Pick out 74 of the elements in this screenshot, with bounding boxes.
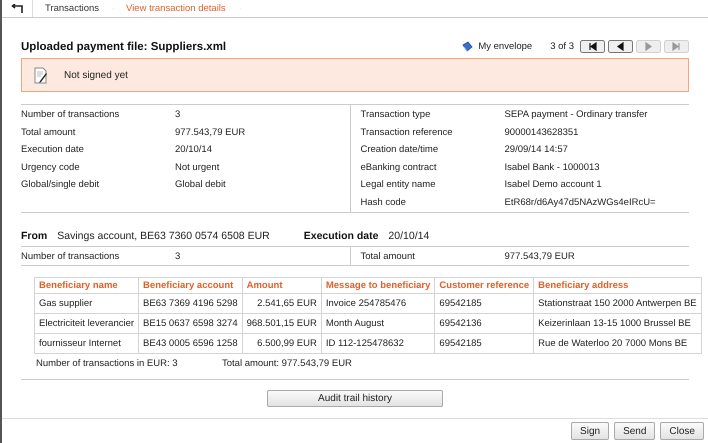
triangle-right-icon (644, 42, 653, 51)
back-icon[interactable] (11, 4, 23, 13)
field-label: Global/single debit (21, 179, 100, 190)
table-cell: 6.500,99 EUR (242, 334, 322, 354)
table-summary: Total amount: 977.543,79 EUR (222, 358, 352, 369)
breadcrumb-link[interactable]: View transaction details (114, 0, 241, 17)
table-cell: fournisseur Internet (34, 334, 139, 354)
summary-value: 977.543,79 EUR (504, 250, 575, 262)
envelope-link[interactable]: My envelope (478, 41, 532, 52)
field-value: 29/09/14 14:57 (504, 144, 568, 156)
field-label: Execution date (21, 144, 85, 156)
table-cell: Month August (321, 314, 435, 334)
field-label: Legal entity name (360, 179, 436, 190)
field-value: Isabel Demo account 1 (504, 179, 602, 190)
document-pen-icon (34, 66, 48, 84)
table-cell: ID 112-125478632 (321, 334, 435, 354)
table-cell: 968.501,15 EUR (242, 314, 322, 334)
field-label: Hash code (360, 196, 407, 208)
skip-first-icon (588, 42, 597, 51)
field-label: Number of transactions (21, 109, 120, 120)
audit-trail-button[interactable]: Audit trail history (267, 390, 443, 407)
field-label: Urgency code (21, 162, 81, 173)
field-label: eBanking contract (360, 162, 438, 173)
triangle-left-icon (616, 42, 625, 51)
table-cell: 69542136 (434, 314, 534, 334)
summary-label: Total amount (360, 250, 416, 262)
table-cell: BE63 7369 4196 5298 (138, 294, 242, 314)
action-button[interactable]: Sign (571, 422, 610, 440)
breadcrumb-link[interactable]: Transactions (33, 0, 114, 17)
field-label: Transaction reference (360, 126, 454, 138)
table-cell: Stationstraat 150 2000 Antwerpen BE (534, 294, 702, 314)
table-cell: Rue de Waterloo 20 7000 Mons BE (534, 334, 702, 354)
table-cell: BE43 0005 6596 1258 (138, 334, 242, 354)
column-header: Beneficiary name (34, 278, 139, 294)
previous-button[interactable] (608, 40, 633, 53)
field-value: 90000143628351 (504, 126, 578, 138)
page-title: Uploaded payment file: Suppliers.xml (21, 40, 228, 52)
page-counter: 3 of 3 (550, 41, 574, 52)
summary-label: Number of transactions (21, 250, 120, 262)
first-page-button[interactable] (580, 40, 605, 53)
execution-date: 20/10/14 (388, 230, 430, 242)
table-cell: Keizerinlaan 13-15 1000 Brussel BE (534, 314, 702, 334)
summary-value: 3 (175, 250, 180, 262)
field-value: Not urgent (175, 162, 220, 173)
field-value: EtR68r/d6Ay47d5NAzWGs4eIRcU= (504, 196, 656, 208)
from-account: Savings account, BE63 7360 0574 6508 EUR (57, 230, 270, 242)
execution-date-label: Execution date (304, 230, 378, 242)
table-cell: Gas supplier (34, 294, 139, 314)
field-label: Creation date/time (360, 144, 440, 156)
table-cell: Invoice 254785476 (321, 294, 435, 314)
table-cell: 69542185 (434, 334, 534, 354)
field-value: 977.543,79 EUR (175, 126, 246, 138)
table-cell: Electriciteit leverancier (34, 314, 139, 334)
field-value: Global debit (175, 179, 226, 190)
skip-last-icon (672, 42, 681, 51)
field-value: 3 (175, 109, 180, 120)
column-header: Beneficiary address (534, 278, 702, 294)
field-value: SEPA payment - Ordinary transfer (504, 109, 648, 120)
table-cell: 2.541,65 EUR (242, 294, 322, 314)
signature-status: Not signed yet (64, 70, 128, 80)
field-label: Total amount (21, 126, 76, 138)
field-label: Transaction type (360, 109, 432, 120)
column-header: Message to beneficiary (321, 278, 435, 294)
table-cell: 69542185 (434, 294, 534, 314)
from-label: From (21, 230, 48, 242)
table-summary: Number of transactions in EUR: 3 (36, 358, 179, 369)
column-header: Amount (242, 278, 322, 294)
field-value: 20/10/14 (175, 144, 212, 156)
field-value: Isabel Bank - 1000013 (504, 162, 600, 173)
column-header: Beneficiary account (138, 278, 242, 294)
action-button[interactable]: Send (614, 422, 656, 440)
column-header: Customer reference (434, 278, 534, 294)
table-cell: BE15 0637 6598 3274 (138, 314, 242, 334)
action-button[interactable]: Close (660, 422, 704, 440)
